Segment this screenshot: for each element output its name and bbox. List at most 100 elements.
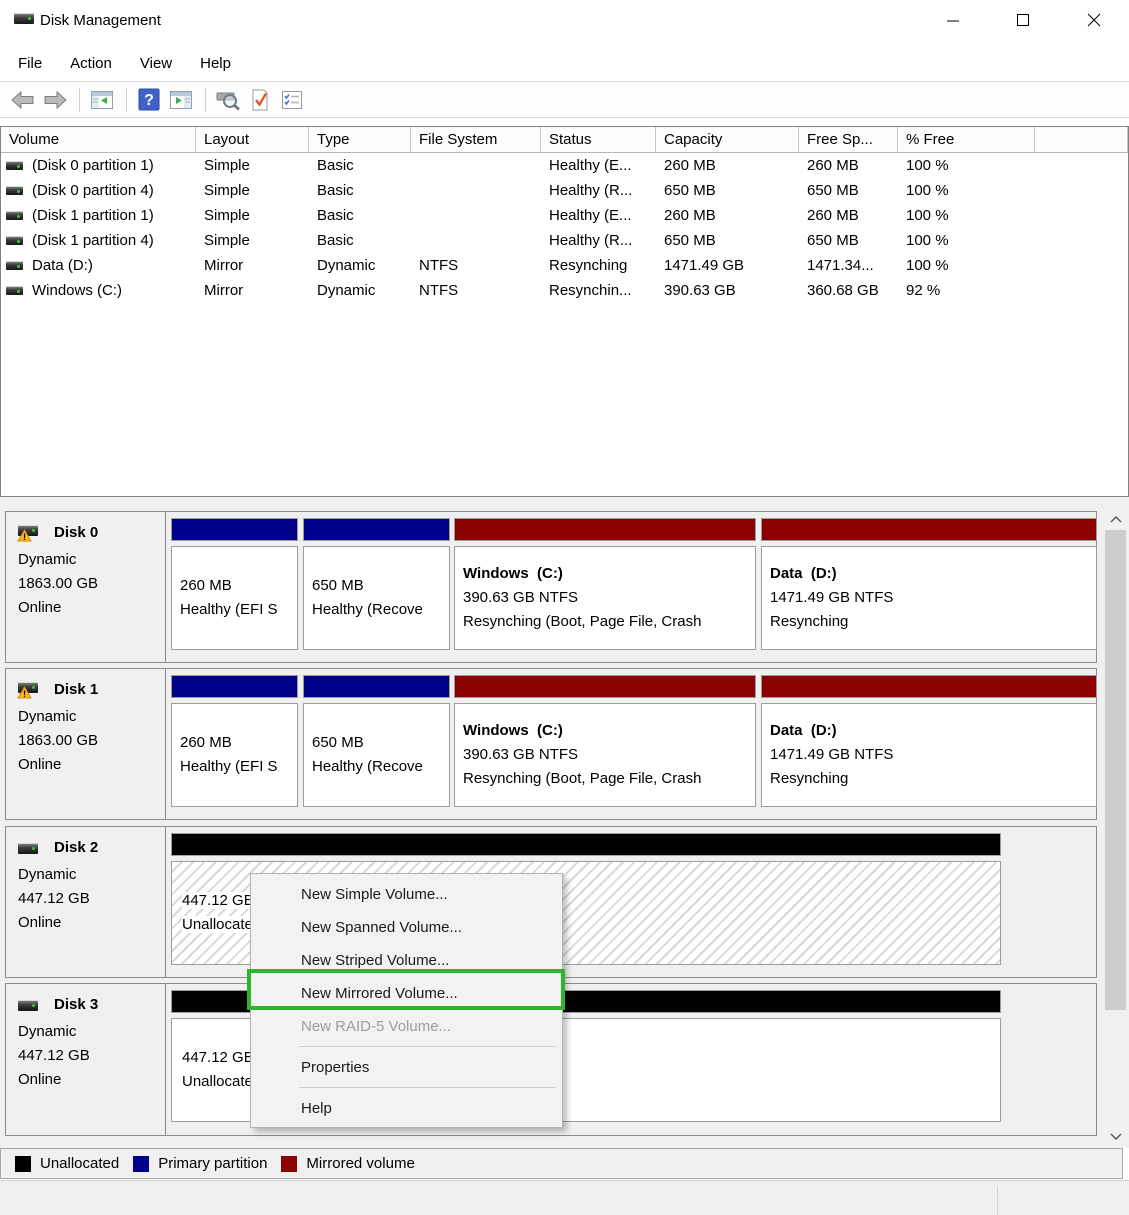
scroll-down-button[interactable] [1104, 1125, 1127, 1147]
maximize-icon [1016, 13, 1030, 27]
disk-1-label[interactable]: ! Disk 1 Dynamic 1863.00 GB Online [6, 669, 166, 819]
menu-file[interactable]: File [4, 49, 56, 78]
status-bar-divider [997, 1186, 998, 1215]
menu-item-new-striped-volume[interactable]: New Striped Volume... [251, 944, 562, 977]
cell-status: Resynching [541, 257, 656, 274]
table-row[interactable]: Data (D:) Mirror Dynamic NTFS Resynching… [1, 253, 1128, 278]
toolbar: ? [0, 81, 1129, 118]
minimize-button[interactable] [930, 0, 976, 40]
table-row[interactable]: (Disk 0 partition 4) Simple Basic Health… [1, 178, 1128, 203]
table-row[interactable]: (Disk 1 partition 1) Simple Basic Health… [1, 203, 1128, 228]
cell-status: Healthy (R... [541, 182, 656, 199]
cell-free: 260 MB [799, 157, 898, 174]
task-list-icon [279, 88, 305, 112]
status-bar [0, 1180, 1129, 1215]
back-button[interactable] [8, 86, 38, 114]
partition-color-bar [171, 833, 1001, 856]
cell-layout: Simple [196, 157, 309, 174]
cell-capacity: 650 MB [656, 232, 799, 249]
cell-pct: 100 % [898, 157, 1035, 174]
partition-status: Resynching (Boot, Page File, Crash [463, 610, 747, 634]
col-volume[interactable]: Volume [1, 127, 196, 152]
volume-icon [6, 211, 23, 220]
col-pct-free[interactable]: % Free [898, 127, 1035, 152]
partition-size: 650 MB [312, 574, 441, 598]
app-icon [14, 13, 34, 24]
warning-icon: ! [17, 686, 32, 699]
warning-icon: ! [17, 529, 32, 542]
disk-size: 1863.00 GB [18, 729, 165, 753]
menu-help[interactable]: Help [186, 49, 245, 78]
partition-efi[interactable]: 260 MB Healthy (EFI S [171, 675, 298, 815]
toolbar-separator [205, 88, 206, 112]
svg-text:!: ! [23, 689, 26, 699]
forward-arrow-icon [42, 89, 68, 111]
cell-layout: Mirror [196, 282, 309, 299]
disk-1-row: ! Disk 1 Dynamic 1863.00 GB Online 260 M… [5, 668, 1097, 820]
cell-fs: NTFS [411, 257, 541, 274]
task-list-button[interactable] [277, 86, 307, 114]
cell-status: Healthy (E... [541, 157, 656, 174]
chevron-up-icon [1110, 516, 1122, 523]
disk-kind: Dynamic [18, 705, 165, 729]
legend-mirrored-volume: Mirrored volume [281, 1155, 414, 1172]
disk-0-label[interactable]: ! Disk 0 Dynamic 1863.00 GB Online [6, 512, 166, 662]
task-check-button[interactable] [245, 86, 275, 114]
col-status[interactable]: Status [541, 127, 656, 152]
close-icon [1087, 13, 1101, 27]
scrollbar-thumb[interactable] [1105, 530, 1126, 1010]
table-row[interactable]: Windows (C:) Mirror Dynamic NTFS Resynch… [1, 278, 1128, 303]
menu-item-new-spanned-volume[interactable]: New Spanned Volume... [251, 911, 562, 944]
menu-action[interactable]: Action [56, 49, 126, 78]
cell-capacity: 260 MB [656, 157, 799, 174]
partition-status: Resynching (Boot, Page File, Crash [463, 767, 747, 791]
disk-icon-warning: ! [18, 524, 42, 544]
forward-button[interactable] [40, 86, 70, 114]
volume-list-header: Volume Layout Type File System Status Ca… [1, 127, 1128, 153]
partition-data-d[interactable]: Data (D:) 1471.49 GB NTFS Resynching [761, 675, 1097, 815]
partition-windows-c[interactable]: Windows (C:) 390.63 GB NTFS Resynching (… [454, 675, 756, 815]
col-free-space[interactable]: Free Sp... [799, 127, 898, 152]
table-row[interactable]: (Disk 0 partition 1) Simple Basic Health… [1, 153, 1128, 178]
menu-view[interactable]: View [126, 49, 186, 78]
table-row[interactable]: (Disk 1 partition 4) Simple Basic Health… [1, 228, 1128, 253]
partition-efi[interactable]: 260 MB Healthy (EFI S [171, 518, 298, 658]
partition-recovery[interactable]: 650 MB Healthy (Recove [303, 675, 450, 815]
menu-item-properties[interactable]: Properties [251, 1051, 562, 1084]
cell-type: Dynamic [309, 257, 411, 274]
disk-2-label[interactable]: Disk 2 Dynamic 447.12 GB Online [6, 827, 166, 977]
cell-type: Basic [309, 157, 411, 174]
cell-capacity: 1471.49 GB [656, 257, 799, 274]
vertical-scrollbar[interactable] [1104, 508, 1127, 1147]
legend-label: Mirrored volume [306, 1155, 414, 1172]
disk-kind: Dynamic [18, 548, 165, 572]
disk-3-label[interactable]: Disk 3 Dynamic 447.12 GB Online [6, 984, 166, 1135]
scroll-up-button[interactable] [1104, 508, 1127, 530]
partition-status: Resynching [770, 767, 1088, 791]
col-layout[interactable]: Layout [196, 127, 309, 152]
menu-item-new-mirrored-volume[interactable]: New Mirrored Volume... [251, 977, 562, 1010]
cell-pct: 100 % [898, 232, 1035, 249]
menu-item-help[interactable]: Help [251, 1092, 562, 1125]
partition-data-d[interactable]: Data (D:) 1471.49 GB NTFS Resynching [761, 518, 1097, 658]
disk-icon-warning: ! [18, 681, 42, 701]
help-button[interactable]: ? [134, 86, 164, 114]
rescan-disks-button[interactable] [213, 86, 243, 114]
action-pane-button[interactable] [166, 86, 196, 114]
partition-windows-c[interactable]: Windows (C:) 390.63 GB NTFS Resynching (… [454, 518, 756, 658]
disk-size: 1863.00 GB [18, 572, 165, 596]
close-button[interactable] [1071, 0, 1117, 40]
menu-item-new-simple-volume[interactable]: New Simple Volume... [251, 878, 562, 911]
console-tree-button[interactable] [87, 86, 117, 114]
maximize-button[interactable] [1000, 0, 1046, 40]
col-file-system[interactable]: File System [411, 127, 541, 152]
disk-status: Online [18, 1068, 165, 1092]
col-capacity[interactable]: Capacity [656, 127, 799, 152]
disk-0-row: ! Disk 0 Dynamic 1863.00 GB Online 260 M… [5, 511, 1097, 663]
cell-fs: NTFS [411, 282, 541, 299]
unallocated-swatch [15, 1156, 31, 1172]
minimize-icon [946, 13, 960, 27]
col-type[interactable]: Type [309, 127, 411, 152]
partition-recovery[interactable]: 650 MB Healthy (Recove [303, 518, 450, 658]
cell-layout: Simple [196, 182, 309, 199]
